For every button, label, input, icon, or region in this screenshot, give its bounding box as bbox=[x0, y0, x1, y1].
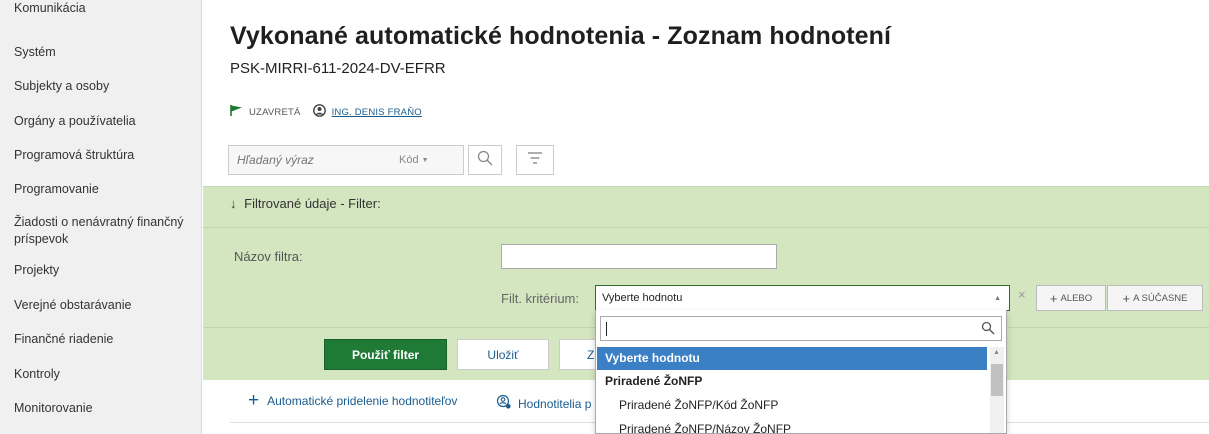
dropdown-option[interactable]: Priradené ŽoNFP/Kód ŽoNFP bbox=[597, 394, 987, 417]
dropdown-option-group: Priradené ŽoNFP bbox=[605, 374, 703, 388]
arrow-down-icon: ↓ bbox=[230, 196, 237, 211]
search-icon bbox=[477, 150, 493, 171]
evaluators-link[interactable]: Hodnotitelia p bbox=[496, 394, 591, 413]
sidebar-item-ziadosti-cont[interactable]: príspevok bbox=[0, 231, 200, 247]
sidebar-item-verejne-obstaravanie[interactable]: Verejné obstarávanie bbox=[0, 297, 200, 313]
sidebar: Komunikácia Systém Subjekty a osoby Orgá… bbox=[0, 0, 202, 434]
sidebar-item-projekty[interactable]: Projekty bbox=[0, 262, 200, 278]
field-selector[interactable]: Kód ▼ bbox=[399, 154, 429, 166]
search-box: Kód ▼ bbox=[228, 145, 464, 175]
status-label: UZAVRETÁ bbox=[249, 106, 301, 118]
scrollbar-thumb[interactable] bbox=[991, 364, 1003, 396]
plus-icon: + bbox=[1122, 290, 1131, 306]
filter-name-label: Názov filtra: bbox=[234, 249, 303, 264]
sidebar-item-kontroly[interactable]: Kontroly bbox=[0, 366, 200, 382]
search-icon bbox=[981, 321, 995, 340]
apply-filter-button[interactable]: Použiť filter bbox=[324, 339, 447, 370]
sidebar-item-programova-struktura[interactable]: Programová štruktúra bbox=[0, 147, 200, 163]
auto-assign-label: Automatické pridelenie hodnotiteľov bbox=[267, 394, 458, 408]
or-button[interactable]: + ALEBO bbox=[1036, 285, 1106, 311]
auto-assign-link[interactable]: + Automatické pridelenie hodnotiteľov bbox=[248, 390, 458, 411]
status-row: UZAVRETÁ ING. DENIS FRAŇO bbox=[230, 104, 422, 120]
dropdown-search-input[interactable] bbox=[600, 316, 1002, 341]
scroll-up-icon[interactable]: ▲ bbox=[993, 349, 1000, 356]
and-button[interactable]: + A SÚČASNE bbox=[1107, 285, 1203, 311]
criterion-dropdown: Vyberte hodnotu Priradené ŽoNFP Priraden… bbox=[595, 310, 1007, 434]
filter-icon bbox=[527, 151, 543, 169]
criterion-label: Filt. kritérium: bbox=[501, 291, 579, 306]
field-selector-label: Kód bbox=[399, 154, 419, 166]
filter-header-label: Filtrované údaje - Filter: bbox=[244, 196, 381, 211]
sidebar-item-programovanie[interactable]: Programovanie bbox=[0, 181, 200, 197]
page-title: Vykonané automatické hodnotenia - Zoznam… bbox=[230, 22, 892, 50]
flag-icon bbox=[230, 105, 243, 119]
criterion-select-value: Vyberte hodnotu bbox=[602, 292, 683, 304]
text-cursor bbox=[606, 322, 607, 336]
sidebar-item-financne-riadenie[interactable]: Finančné riadenie bbox=[0, 331, 200, 347]
plus-icon: + bbox=[1049, 290, 1058, 306]
dropdown-option[interactable]: Priradené ŽoNFP/Názov ŽoNFP bbox=[597, 418, 987, 433]
search-button[interactable] bbox=[468, 145, 502, 175]
sidebar-item-subjekty[interactable]: Subjekty a osoby bbox=[0, 78, 200, 94]
page-subtitle: PSK-MIRRI-611-2024-DV-EFRR bbox=[230, 60, 446, 77]
user-icon bbox=[312, 104, 326, 120]
sidebar-item-ziadosti[interactable]: Žiadosti o nenávratný finančný bbox=[0, 214, 200, 230]
caret-up-icon: ▲ bbox=[994, 295, 1001, 302]
criterion-select[interactable]: Vyberte hodnotu ▲ bbox=[595, 285, 1010, 311]
sidebar-item-organy[interactable]: Orgány a používatelia bbox=[0, 113, 200, 129]
sidebar-item-monitorovanie[interactable]: Monitorovanie bbox=[0, 400, 200, 416]
dropdown-option[interactable]: Vyberte hodnotu bbox=[597, 347, 987, 370]
user-link[interactable]: ING. DENIS FRAŇO bbox=[332, 107, 422, 118]
dropdown-scrollbar[interactable]: ▲ bbox=[990, 347, 1004, 433]
save-filter-button[interactable]: Uložiť bbox=[457, 339, 549, 370]
evaluators-label: Hodnotitelia p bbox=[518, 396, 592, 411]
caret-down-icon: ▼ bbox=[421, 156, 429, 164]
sidebar-item-komunikacia[interactable]: Komunikácia bbox=[0, 0, 200, 16]
and-button-label: A SÚČASNE bbox=[1133, 292, 1188, 304]
filter-name-input[interactable] bbox=[501, 244, 777, 269]
sidebar-item-system[interactable]: Systém bbox=[0, 44, 200, 60]
or-button-label: ALEBO bbox=[1060, 292, 1093, 304]
plus-icon: + bbox=[248, 390, 260, 411]
evaluator-settings-icon bbox=[496, 394, 512, 413]
divider bbox=[203, 227, 1209, 228]
filter-toggle-button[interactable] bbox=[516, 145, 554, 175]
search-input[interactable] bbox=[229, 153, 399, 167]
clear-icon[interactable]: × bbox=[1018, 287, 1026, 302]
filter-header[interactable]: ↓ Filtrované údaje - Filter: bbox=[230, 196, 381, 211]
